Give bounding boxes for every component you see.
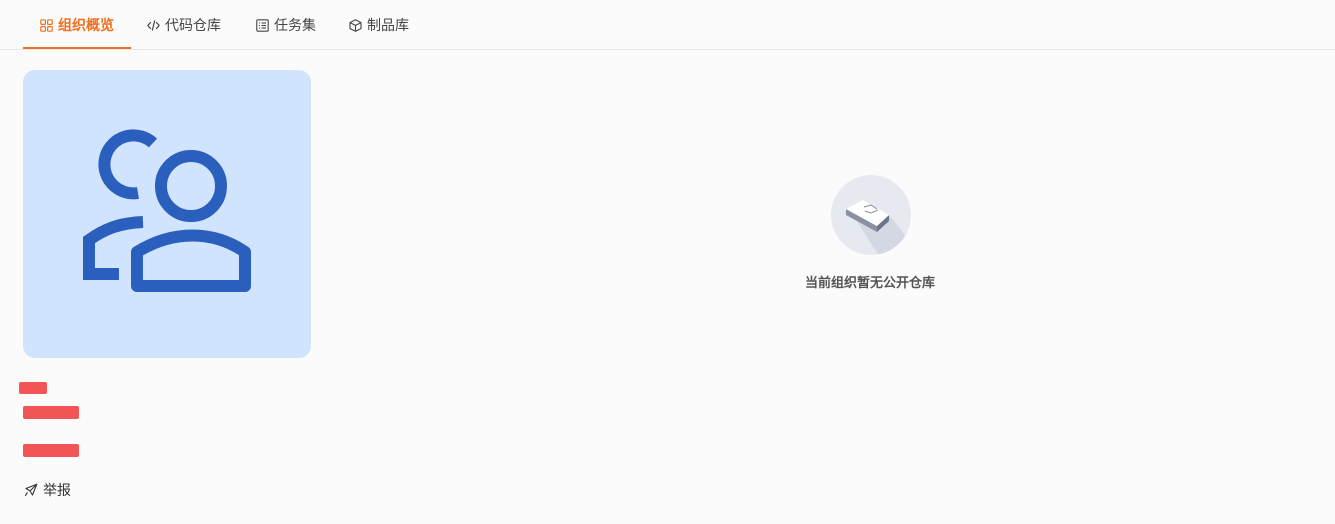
org-avatar bbox=[23, 70, 311, 358]
tab-label: 组织概览 bbox=[58, 18, 114, 34]
empty-state-message: 当前组织暂无公开仓库 bbox=[804, 276, 935, 291]
report-button[interactable]: 举报 bbox=[24, 480, 71, 500]
tab-label: 代码仓库 bbox=[165, 18, 221, 34]
list-icon bbox=[256, 18, 269, 32]
tab-org-overview[interactable]: 组织概览 bbox=[40, 0, 114, 50]
tab-tasks[interactable]: 任务集 bbox=[256, 0, 316, 50]
active-tab-indicator bbox=[23, 47, 131, 49]
rocket-icon bbox=[24, 483, 38, 497]
redacted-org-description bbox=[23, 406, 79, 419]
redacted-org-link bbox=[23, 444, 79, 457]
redacted-org-name bbox=[19, 382, 47, 394]
box-icon bbox=[349, 18, 362, 32]
empty-box-icon bbox=[831, 175, 911, 255]
users-icon bbox=[83, 129, 251, 292]
tab-code-repos[interactable]: 代码仓库 bbox=[147, 0, 221, 50]
tab-label: 任务集 bbox=[274, 18, 316, 34]
report-label: 举报 bbox=[43, 483, 71, 499]
tab-label: 制品库 bbox=[367, 18, 409, 34]
tab-artifacts[interactable]: 制品库 bbox=[349, 0, 409, 50]
grid-icon bbox=[40, 18, 53, 32]
code-icon bbox=[147, 19, 160, 31]
tab-bar: 组织概览 代码仓库 任务集 制品库 bbox=[0, 0, 1335, 50]
